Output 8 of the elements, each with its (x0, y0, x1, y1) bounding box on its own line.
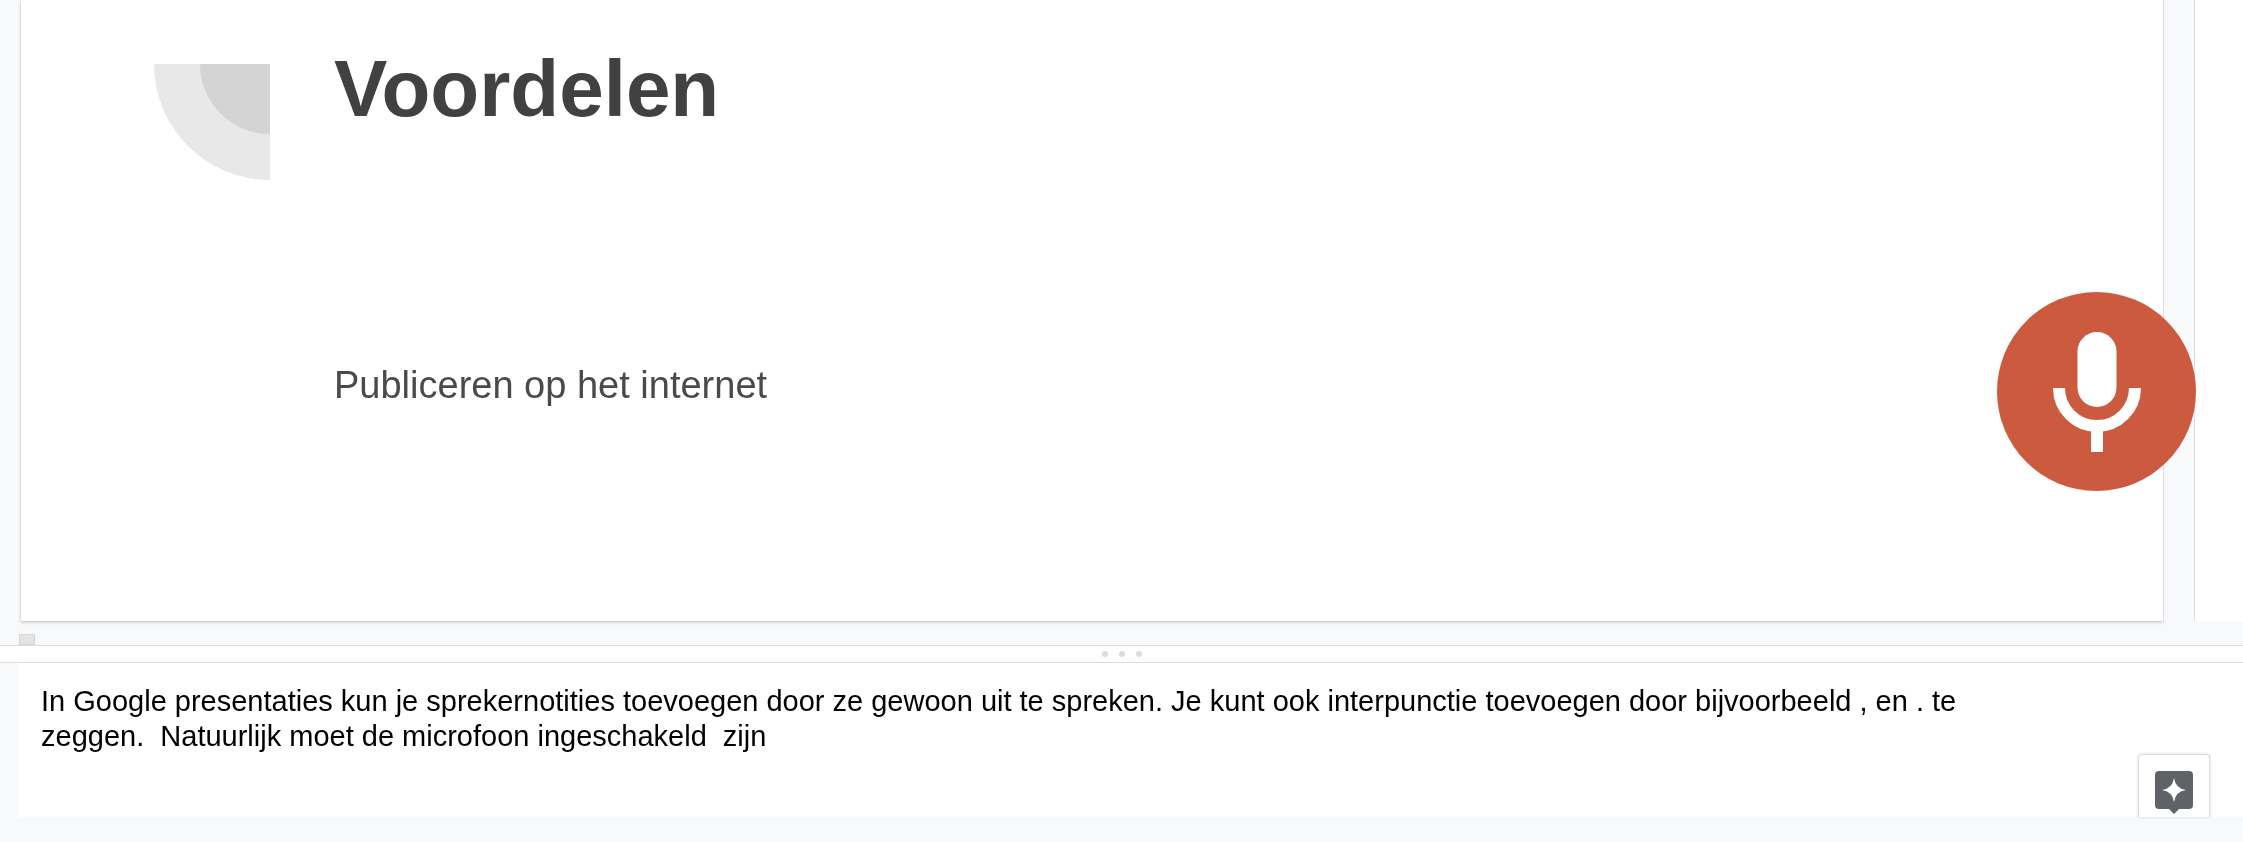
sparkle-button[interactable] (2138, 754, 2210, 817)
microphone-icon (2052, 331, 2141, 452)
speaker-notes-field[interactable]: In Google presentaties kun je sprekernotities toevoegen door ze gewoon uit te spreken. Je kunt ook interpunctie toevoegen door bijvoorbeeld , en . te zeggen. Natuurlijk moet de microfoon ingeschakeld zijn (41, 684, 2041, 754)
scrollbar-thumb[interactable] (19, 634, 35, 645)
drag-handle-icon[interactable] (1101, 651, 1142, 657)
slide-body-text: Publiceren op het internet (334, 363, 768, 408)
sparkle-icon (2155, 771, 2193, 814)
slide-title: Voordelen (334, 43, 721, 135)
